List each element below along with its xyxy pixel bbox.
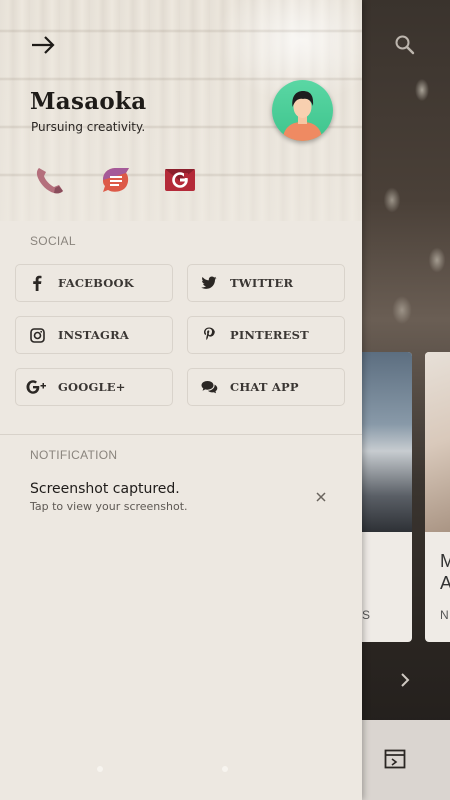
gmail-icon[interactable] <box>163 164 197 196</box>
avatar[interactable] <box>272 80 333 141</box>
facebook-button[interactable]: FACEBOOK <box>15 264 173 302</box>
notification-section-label: NOTIFICATION <box>30 448 118 462</box>
social-section-label: SOCIAL <box>30 234 76 248</box>
article-image <box>425 352 450 532</box>
pinterest-label: PINTEREST <box>230 328 309 342</box>
instagram-button[interactable]: INSTAGRA <box>15 316 173 354</box>
google-plus-icon <box>26 377 48 397</box>
chat-app-button[interactable]: CHAT APP <box>187 368 345 406</box>
notification-title[interactable]: Screenshot captured. <box>30 481 180 497</box>
twitter-button[interactable]: TWITTER <box>187 264 345 302</box>
browser-icon[interactable] <box>384 749 406 769</box>
facebook-icon <box>26 273 48 293</box>
page-dot <box>222 766 228 772</box>
user-name: Masaoka <box>30 88 147 115</box>
article-card[interactable]: MA N <box>425 352 450 642</box>
instagram-label: INSTAGRA <box>58 328 129 342</box>
user-tagline: Pursuing creativity. <box>31 120 146 134</box>
article-image <box>362 352 412 532</box>
arrow-right-icon[interactable] <box>30 34 56 56</box>
chat-app-label: CHAT APP <box>230 380 299 394</box>
facebook-label: FACEBOOK <box>58 276 134 290</box>
google-plus-button[interactable]: GOOGLE+ <box>15 368 173 406</box>
article-card-fragment: S <box>362 608 371 622</box>
chevron-right-icon[interactable] <box>396 670 414 690</box>
navigation-drawer: Masaoka Pursuing creativity. SOCIAL FACE… <box>0 0 362 800</box>
twitter-label: TWITTER <box>230 276 294 290</box>
bottom-bar <box>362 720 450 800</box>
notification-subtitle[interactable]: Tap to view your screenshot. <box>30 500 188 513</box>
article-title-fragment: MA <box>440 551 450 593</box>
chat-icon <box>198 377 220 397</box>
phone-icon[interactable] <box>33 164 67 196</box>
article-card-fragment: N <box>440 608 449 622</box>
google-plus-label: GOOGLE+ <box>58 380 126 394</box>
pinterest-icon <box>198 325 220 345</box>
twitter-icon <box>198 273 220 293</box>
section-divider <box>0 434 362 435</box>
pinterest-button[interactable]: PINTEREST <box>187 316 345 354</box>
instagram-icon <box>26 325 48 345</box>
page-dot <box>97 766 103 772</box>
search-icon[interactable] <box>394 34 416 56</box>
close-icon[interactable] <box>314 489 328 503</box>
article-card[interactable]: S <box>362 352 412 642</box>
message-icon[interactable] <box>99 164 133 196</box>
